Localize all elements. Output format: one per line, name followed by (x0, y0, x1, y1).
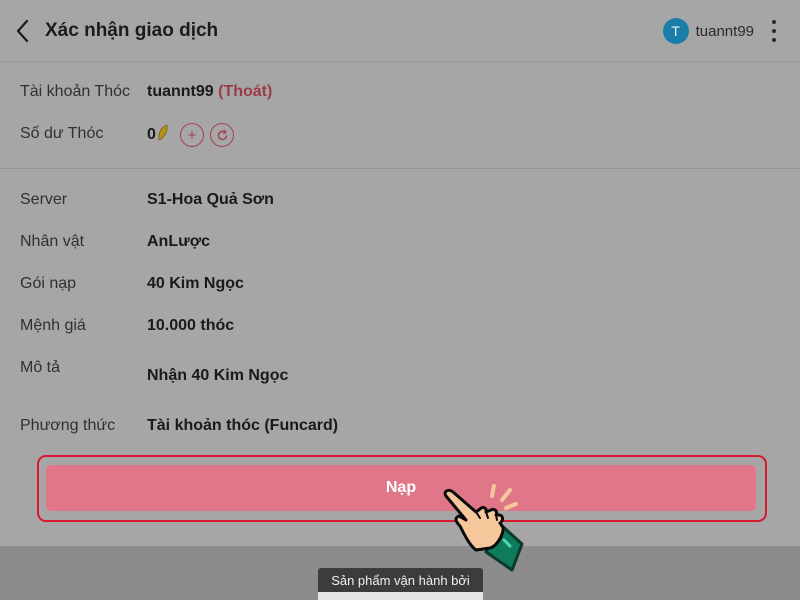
page-title: Xác nhận giao dịch (45, 20, 219, 41)
rice-grain-icon (157, 124, 169, 142)
description-value: Nhận 40 Kim Ngọc (147, 367, 289, 384)
price-label: Mệnh giá (20, 317, 86, 334)
balance-value: 0 (147, 124, 169, 144)
character-label: Nhân vật (20, 233, 85, 250)
price-value: 10.000 thóc (147, 317, 235, 334)
account-username: tuannt99 (147, 83, 214, 100)
logout-link[interactable]: (Thoát) (218, 83, 272, 100)
user-menu[interactable]: T tuannt99 (662, 18, 754, 44)
method-label: Phương thức (20, 417, 116, 434)
account-label: Tài khoản Thóc (20, 83, 130, 100)
back-arrow-icon[interactable] (12, 18, 36, 44)
plus-icon: + (187, 126, 197, 144)
package-value: 40 Kim Ngọc (147, 275, 244, 292)
refresh-balance-button[interactable] (210, 123, 234, 147)
balance-amount: 0 (147, 126, 156, 143)
header: Xác nhận giao dịch T tuannt99 (0, 0, 800, 62)
server-value: S1-Hoa Quả Sơn (147, 191, 274, 208)
more-vertical-icon[interactable] (770, 20, 778, 42)
method-value: Tài khoản thóc (Funcard) (147, 417, 339, 434)
character-value: AnLược (147, 233, 210, 250)
balance-label: Số dư Thóc (20, 125, 104, 142)
description-label: Mô tả (20, 359, 61, 376)
username: tuannt99 (695, 22, 754, 40)
account-section: Tài khoản Thóc tuannt99 (Thoát) Số dư Th… (0, 62, 800, 169)
package-label: Gói nạp (20, 275, 77, 292)
add-balance-button[interactable]: + (180, 123, 204, 147)
account-value: tuannt99 (Thoát) (147, 83, 272, 101)
pointing-hand-icon (436, 482, 536, 572)
refresh-icon (217, 128, 227, 140)
server-label: Server (20, 191, 68, 208)
footer-logo-area (318, 592, 483, 600)
submit-button[interactable]: Nạp (46, 465, 756, 511)
avatar: T (662, 18, 689, 44)
